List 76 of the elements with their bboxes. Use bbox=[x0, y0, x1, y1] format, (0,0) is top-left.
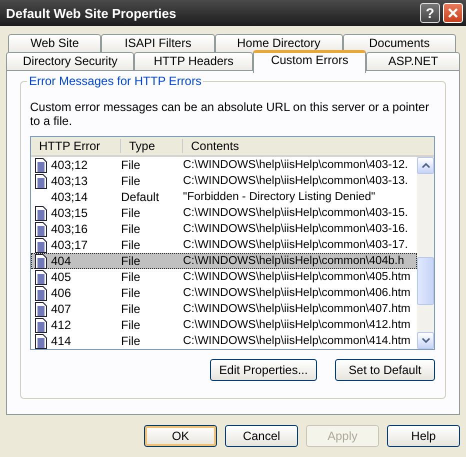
table-cell-text: 412 bbox=[51, 318, 72, 332]
table-cell: C:\WINDOWS\help\iisHelp\common\403-15. bbox=[183, 207, 408, 219]
table-cell-text: 403;12 bbox=[51, 158, 89, 172]
table-cell-text: 403;17 bbox=[51, 238, 89, 252]
table-cell: C:\WINDOWS\help\iisHelp\common\403-17. bbox=[183, 239, 408, 251]
list-row[interactable]: 414 File C:\WINDOWS\help\iisHelp\common\414.htm bbox=[31, 333, 417, 349]
table-cell: C:\WINDOWS\help\iisHelp\common\403-16. bbox=[183, 223, 408, 235]
table-cell-text: File bbox=[121, 238, 142, 252]
tab[interactable]: HTTP Headers bbox=[134, 52, 253, 70]
list-row[interactable]: 403;16 File C:\WINDOWS\help\iisHelp\common\403-16. bbox=[31, 221, 417, 237]
table-cell: C:\WINDOWS\help\iisHelp\common\404b.h bbox=[183, 255, 404, 267]
table-cell-text: 403;15 bbox=[51, 206, 89, 220]
list-row[interactable]: 403;17 File C:\WINDOWS\help\iisHelp\common\403-17. bbox=[31, 237, 417, 253]
list-row[interactable]: 403;13 File C:\WINDOWS\help\iisHelp\common\403-13. bbox=[31, 173, 417, 189]
column-header[interactable]: HTTP Error bbox=[31, 139, 121, 153]
table-cell-text: 406 bbox=[51, 286, 72, 300]
group-title: Error Messages for HTTP Errors bbox=[27, 74, 204, 88]
table-cell-text: File bbox=[121, 158, 142, 172]
column-header[interactable]: Contents bbox=[183, 139, 434, 153]
table-cell-text: File bbox=[121, 318, 142, 332]
table-cell-text: File bbox=[121, 254, 142, 268]
list-row[interactable]: 405 File C:\WINDOWS\help\iisHelp\common\405.htm bbox=[31, 269, 417, 285]
table-cell-text: 403;16 bbox=[51, 222, 89, 236]
table-cell-text: File bbox=[121, 286, 142, 300]
tab[interactable]: Home Directory bbox=[214, 34, 343, 52]
tab[interactable]: Custom Errors bbox=[252, 50, 366, 73]
tab[interactable]: Directory Security bbox=[6, 52, 134, 70]
table-cell-text: 403;14 bbox=[51, 190, 89, 204]
window-title: Default Web Site Properties bbox=[6, 6, 178, 20]
column-header[interactable]: Type bbox=[121, 139, 183, 153]
table-cell-text: 404 bbox=[51, 254, 72, 268]
tab[interactable]: ASP.NET bbox=[366, 52, 460, 70]
table-cell: C:\WINDOWS\help\iisHelp\common\412.htm bbox=[183, 319, 411, 331]
chevron-up-icon bbox=[422, 163, 430, 168]
table-cell: "Forbidden - Directory Listing Denied" bbox=[183, 191, 376, 203]
dialog-button[interactable]: OK bbox=[144, 425, 217, 447]
chevron-down-icon bbox=[422, 338, 430, 343]
scroll-thumb[interactable] bbox=[417, 257, 434, 305]
table-cell: C:\WINDOWS\help\iisHelp\common\405.htm bbox=[183, 271, 411, 283]
list-row[interactable]: 403;15 File C:\WINDOWS\help\iisHelp\common\403-15. bbox=[31, 205, 417, 221]
scrollbar[interactable] bbox=[417, 157, 434, 349]
list-row[interactable]: 403;12 File C:\WINDOWS\help\iisHelp\common\403-12. bbox=[31, 157, 417, 173]
list-row[interactable]: 412 File C:\WINDOWS\help\iisHelp\common\412.htm bbox=[31, 317, 417, 333]
table-cell-text: Default bbox=[121, 190, 160, 204]
dialog-button[interactable]: Cancel bbox=[225, 425, 298, 447]
help-button[interactable]: ? bbox=[420, 3, 440, 23]
list-row[interactable]: 403;14 Default "Forbidden - Directory Listing Denied" bbox=[31, 189, 417, 205]
table-cell-text: 405 bbox=[51, 270, 72, 284]
action-button[interactable]: Edit Properties... bbox=[210, 359, 317, 381]
table-cell: C:\WINDOWS\help\iisHelp\common\403-13. bbox=[183, 175, 408, 187]
table-cell-text: 407 bbox=[51, 302, 72, 316]
table-cell-text: File bbox=[121, 206, 142, 220]
table-cell-text: File bbox=[121, 334, 142, 348]
table-cell: C:\WINDOWS\help\iisHelp\common\414.htm bbox=[183, 335, 411, 347]
tab[interactable]: Web Site bbox=[8, 34, 102, 52]
description-text: Custom error messages can be an absolute URL on this server or a pointer to a file. bbox=[30, 100, 430, 128]
scroll-up-button[interactable] bbox=[417, 157, 434, 174]
table-cell-text: File bbox=[121, 222, 142, 236]
table-cell-text: 414 bbox=[51, 334, 72, 348]
table-cell-text: File bbox=[121, 270, 142, 284]
list-row[interactable]: 407 File C:\WINDOWS\help\iisHelp\common\407.htm bbox=[31, 301, 417, 317]
table-cell: C:\WINDOWS\help\iisHelp\common\406.htm bbox=[183, 287, 411, 299]
close-button[interactable] bbox=[443, 3, 463, 23]
table-cell: C:\WINDOWS\help\iisHelp\common\407.htm bbox=[183, 303, 411, 315]
dialog-button[interactable]: Help bbox=[387, 425, 460, 447]
table-cell-text: File bbox=[121, 174, 142, 188]
scroll-down-button[interactable] bbox=[417, 332, 434, 349]
list-row[interactable]: 406 File C:\WINDOWS\help\iisHelp\common\406.htm bbox=[31, 285, 417, 301]
list-row[interactable]: 404 File C:\WINDOWS\help\iisHelp\common\404b.h bbox=[31, 253, 417, 269]
table-cell-text: File bbox=[121, 302, 142, 316]
table-cell-text: 403;13 bbox=[51, 174, 89, 188]
tab[interactable]: Documents bbox=[342, 34, 456, 52]
table-cell: C:\WINDOWS\help\iisHelp\common\403-12. bbox=[183, 159, 408, 171]
tab[interactable]: ISAPI Filters bbox=[101, 34, 215, 52]
close-icon bbox=[448, 8, 458, 18]
action-button[interactable]: Set to Default bbox=[335, 359, 435, 381]
